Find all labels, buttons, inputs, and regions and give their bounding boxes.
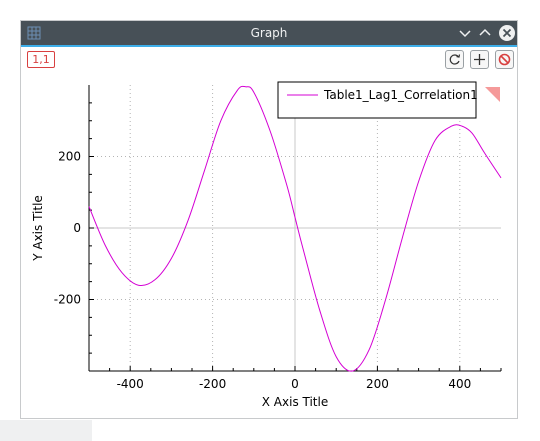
y-tick-label: 0 [73, 221, 81, 235]
plot-area: -400 -200 0 200 400 200 0 -200 X Axis Title Y A… [31, 81, 502, 409]
x-tick-label: 400 [448, 377, 471, 391]
x-tick-label: -400 [117, 377, 144, 391]
legend[interactable]: Table1_Lag1_Correlation1 [277, 81, 478, 119]
y-tick-label: 200 [58, 150, 81, 164]
x-axis-title[interactable]: X Axis Title [262, 395, 328, 409]
status-strip [0, 420, 92, 441]
y-tick-label: -200 [54, 293, 81, 307]
plot-corner-marker-icon[interactable] [485, 87, 500, 102]
legend-series-label: Table1_Lag1_Correlation1 [323, 88, 478, 102]
x-tick-label: 200 [366, 377, 389, 391]
x-tick-label: 0 [291, 377, 299, 391]
y-axis-title[interactable]: Y Axis Title [31, 195, 45, 262]
x-tick-label: -200 [199, 377, 226, 391]
